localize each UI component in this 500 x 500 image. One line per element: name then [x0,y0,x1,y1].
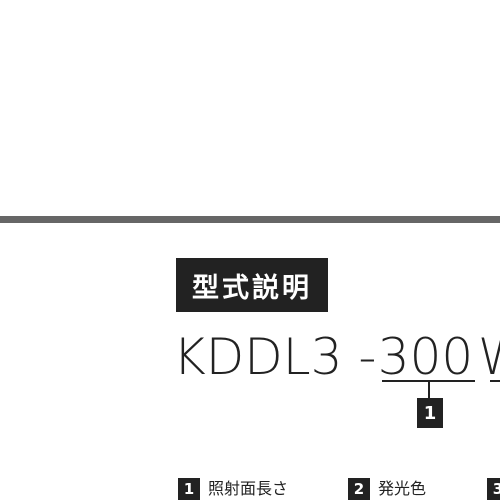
legend-item-color: 2 発光色 [348,478,426,500]
legend-label: 照射面長さ [208,479,289,498]
legend-number-badge: 1 [178,478,200,500]
legend-label: 発光色 [378,479,427,498]
color-code-underline [490,380,500,382]
section-title: 型式説明 [176,258,328,312]
spec-page: 型式説明 KDDL3 -300W 1 1 照射面長さ 2 発光色 3 [0,0,500,500]
legend-item-third: 3 [487,478,500,500]
callout-connector [428,381,430,398]
legend-number-badge: 3 [487,478,500,500]
legend-number-badge: 2 [348,478,370,500]
section-divider [0,216,500,223]
model-prefix: KDDL3 - [173,328,377,386]
legend-item-length: 1 照射面長さ [178,478,288,500]
callout-badge: 1 [417,398,443,428]
